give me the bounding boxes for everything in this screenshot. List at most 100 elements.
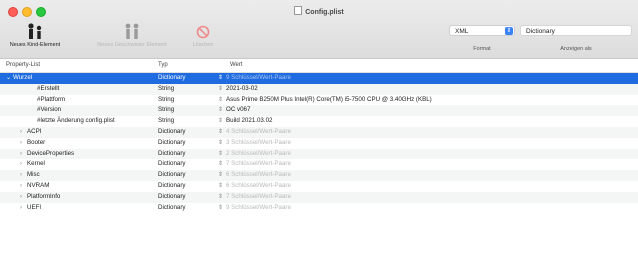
row-type[interactable]: Dictionary	[158, 159, 213, 170]
row-type[interactable]: Dictionary	[158, 73, 213, 84]
row-key: › Kernel	[6, 159, 170, 170]
row-value[interactable]: ⇕ Asus Prime B250M Plus Intel(R) Core(TM)…	[218, 95, 628, 106]
chevron-updown-icon[interactable]: ⇕	[218, 159, 224, 170]
plist-editor-window: Config.plist Neues Kind-Element Neues Ge…	[0, 0, 638, 253]
row-value[interactable]: ⇕ 2021-03-02	[218, 84, 628, 95]
table-row[interactable]: › UEFI Dictionary ⇕ 9 Schlüssel/Wert-Paare	[0, 203, 638, 214]
delete-button[interactable]: Löschen	[186, 22, 220, 48]
row-key-label: #Version	[37, 106, 62, 114]
row-value[interactable]: ⇕ 4 Schlüssel/Wert-Paare	[218, 127, 628, 138]
chevron-updown-icon[interactable]: ⇕	[218, 84, 224, 95]
view-as-select[interactable]: Dictionary	[520, 25, 632, 36]
row-key: › Booter	[6, 138, 170, 149]
chevron-updown-icon: ⇕	[505, 27, 513, 35]
row-key: › ACPI	[6, 127, 170, 138]
row-value[interactable]: ⇕ 3 Schlüssel/Wert-Paare	[218, 138, 628, 149]
delete-icon	[196, 25, 210, 39]
column-value[interactable]: Wert	[230, 62, 243, 68]
chevron-right-icon[interactable]: ›	[20, 149, 27, 160]
row-type[interactable]: String	[158, 95, 213, 106]
table-row[interactable]: › ACPI Dictionary ⇕ 4 Schlüssel/Wert-Paare	[0, 126, 638, 138]
row-key: #letzte Änderung config.plist	[6, 116, 180, 127]
row-value-text: 6 Schlüssel/Wert-Paare	[226, 171, 291, 179]
table-row[interactable]: #Version String ⇕ OC v067	[0, 105, 638, 117]
row-type[interactable]: String	[158, 105, 213, 116]
row-type[interactable]: Dictionary	[158, 192, 213, 203]
row-value[interactable]: ⇕ Build 2021.03.02	[218, 116, 628, 127]
new-sibling-button[interactable]: Neues Geschwister Element	[82, 22, 182, 48]
row-value[interactable]: ⇕ OC v067	[218, 105, 628, 116]
row-key-label: NVRAM	[27, 181, 50, 189]
row-value-text: Build 2021.03.02	[226, 117, 273, 125]
chevron-updown-icon[interactable]: ⇕	[218, 127, 224, 138]
row-type[interactable]: String	[158, 84, 213, 95]
row-type[interactable]: Dictionary	[158, 170, 213, 181]
table-row[interactable]: › NVRAM Dictionary ⇕ 6 Schlüssel/Wert-Paare	[0, 181, 638, 192]
row-value-text: 2021-03-02	[226, 84, 258, 92]
row-key: › PlatformInfo	[6, 192, 170, 203]
chevron-right-icon[interactable]: ›	[20, 127, 27, 138]
new-sibling-icon	[125, 23, 139, 39]
row-key: › NVRAM	[6, 181, 170, 192]
format-label: Format	[473, 46, 491, 52]
row-value[interactable]: ⇕ 7 Schlüssel/Wert-Paare	[218, 192, 628, 203]
row-key-label: Misc	[27, 171, 40, 179]
row-key-label: PlatformInfo	[27, 192, 61, 200]
row-key-label: #Plattform	[37, 95, 66, 103]
view-as-label: Anzeigen als	[560, 46, 592, 52]
chevron-updown-icon[interactable]: ⇕	[218, 73, 224, 84]
delete-label: Löschen	[192, 42, 214, 48]
row-value-text: 6 Schlüssel/Wert-Paare	[226, 181, 291, 189]
row-value[interactable]: ⇕ 7 Schlüssel/Wert-Paare	[218, 159, 628, 170]
chevron-updown-icon[interactable]: ⇕	[218, 170, 224, 181]
row-value[interactable]: ⇕ 2 Schlüssel/Wert-Paare	[218, 149, 628, 160]
table-row[interactable]: #letzte Änderung config.plist String ⇕ Buil…	[0, 116, 638, 127]
row-type[interactable]: Dictionary	[158, 138, 213, 149]
table-row[interactable]: › Booter Dictionary ⇕ 3 Schlüssel/Wert-Paare	[0, 138, 638, 149]
row-value-text: OC v067	[226, 106, 251, 114]
row-type[interactable]: Dictionary	[158, 203, 213, 214]
row-key-label: #Erstellt	[37, 84, 60, 92]
row-type[interactable]: Dictionary	[158, 127, 213, 138]
new-child-button[interactable]: Neues Kind-Element	[4, 22, 66, 48]
table-row[interactable]: ⌄ Wurzel Dictionary ⇕ 9 Schlüssel/Wert-Paare	[0, 73, 638, 84]
row-type[interactable]: Dictionary	[158, 149, 213, 160]
chevron-updown-icon[interactable]: ⇕	[218, 203, 224, 214]
chevron-updown-icon[interactable]: ⇕	[218, 192, 224, 203]
chevron-right-icon[interactable]: ›	[20, 170, 27, 181]
chevron-right-icon[interactable]: ›	[20, 181, 27, 192]
chevron-right-icon[interactable]: ›	[20, 159, 27, 170]
row-key: #Erstellt	[6, 84, 180, 95]
new-child-label: Neues Kind-Element	[9, 42, 61, 48]
chevron-right-icon[interactable]: ›	[20, 192, 27, 203]
chevron-updown-icon[interactable]: ⇕	[218, 95, 224, 106]
toolbar: Config.plist Neues Kind-Element Neues Ge…	[0, 0, 638, 59]
row-key-label: Kernel	[27, 160, 45, 168]
chevron-updown-icon[interactable]: ⇕	[218, 181, 224, 192]
column-type[interactable]: Typ	[158, 62, 168, 68]
row-value[interactable]: ⇕ 9 Schlüssel/Wert-Paare	[218, 203, 628, 214]
chevron-updown-icon[interactable]: ⇕	[218, 116, 224, 127]
row-value[interactable]: ⇕ 6 Schlüssel/Wert-Paare	[218, 170, 628, 181]
table-row[interactable]: #Erstellt String ⇕ 2021-03-02	[0, 83, 638, 95]
row-type[interactable]: Dictionary	[158, 181, 213, 192]
table-row[interactable]: › Kernel Dictionary ⇕ 7 Schlüssel/Wert-Paare	[0, 159, 638, 170]
format-select[interactable]: XML ⇕	[449, 25, 515, 36]
row-value[interactable]: ⇕ 9 Schlüssel/Wert-Paare	[218, 73, 628, 84]
chevron-down-icon[interactable]: ⌄	[6, 73, 13, 84]
table-row[interactable]: › DeviceProperties Dictionary ⇕ 2 Schlüssel/…	[0, 148, 638, 160]
table-row[interactable]: › PlatformInfo Dictionary ⇕ 7 Schlüssel/Wert…	[0, 191, 638, 203]
chevron-right-icon[interactable]: ›	[20, 138, 27, 149]
column-key[interactable]: Property-List	[6, 62, 40, 68]
chevron-updown-icon[interactable]: ⇕	[218, 138, 224, 149]
chevron-right-icon[interactable]: ›	[20, 203, 27, 214]
table-row[interactable]: #Plattform String ⇕ Asus Prime B250M Plus I…	[0, 95, 638, 106]
row-value-text: 7 Schlüssel/Wert-Paare	[226, 192, 291, 200]
row-value-text: 9 Schlüssel/Wert-Paare	[226, 74, 291, 81]
table-row[interactable]: › Misc Dictionary ⇕ 6 Schlüssel/Wert-Paare	[0, 170, 638, 181]
row-type[interactable]: String	[158, 116, 213, 127]
chevron-updown-icon[interactable]: ⇕	[218, 105, 224, 116]
chevron-updown-icon[interactable]: ⇕	[218, 149, 224, 160]
row-value[interactable]: ⇕ 6 Schlüssel/Wert-Paare	[218, 181, 628, 192]
row-key: ⌄ Wurzel	[6, 73, 156, 84]
